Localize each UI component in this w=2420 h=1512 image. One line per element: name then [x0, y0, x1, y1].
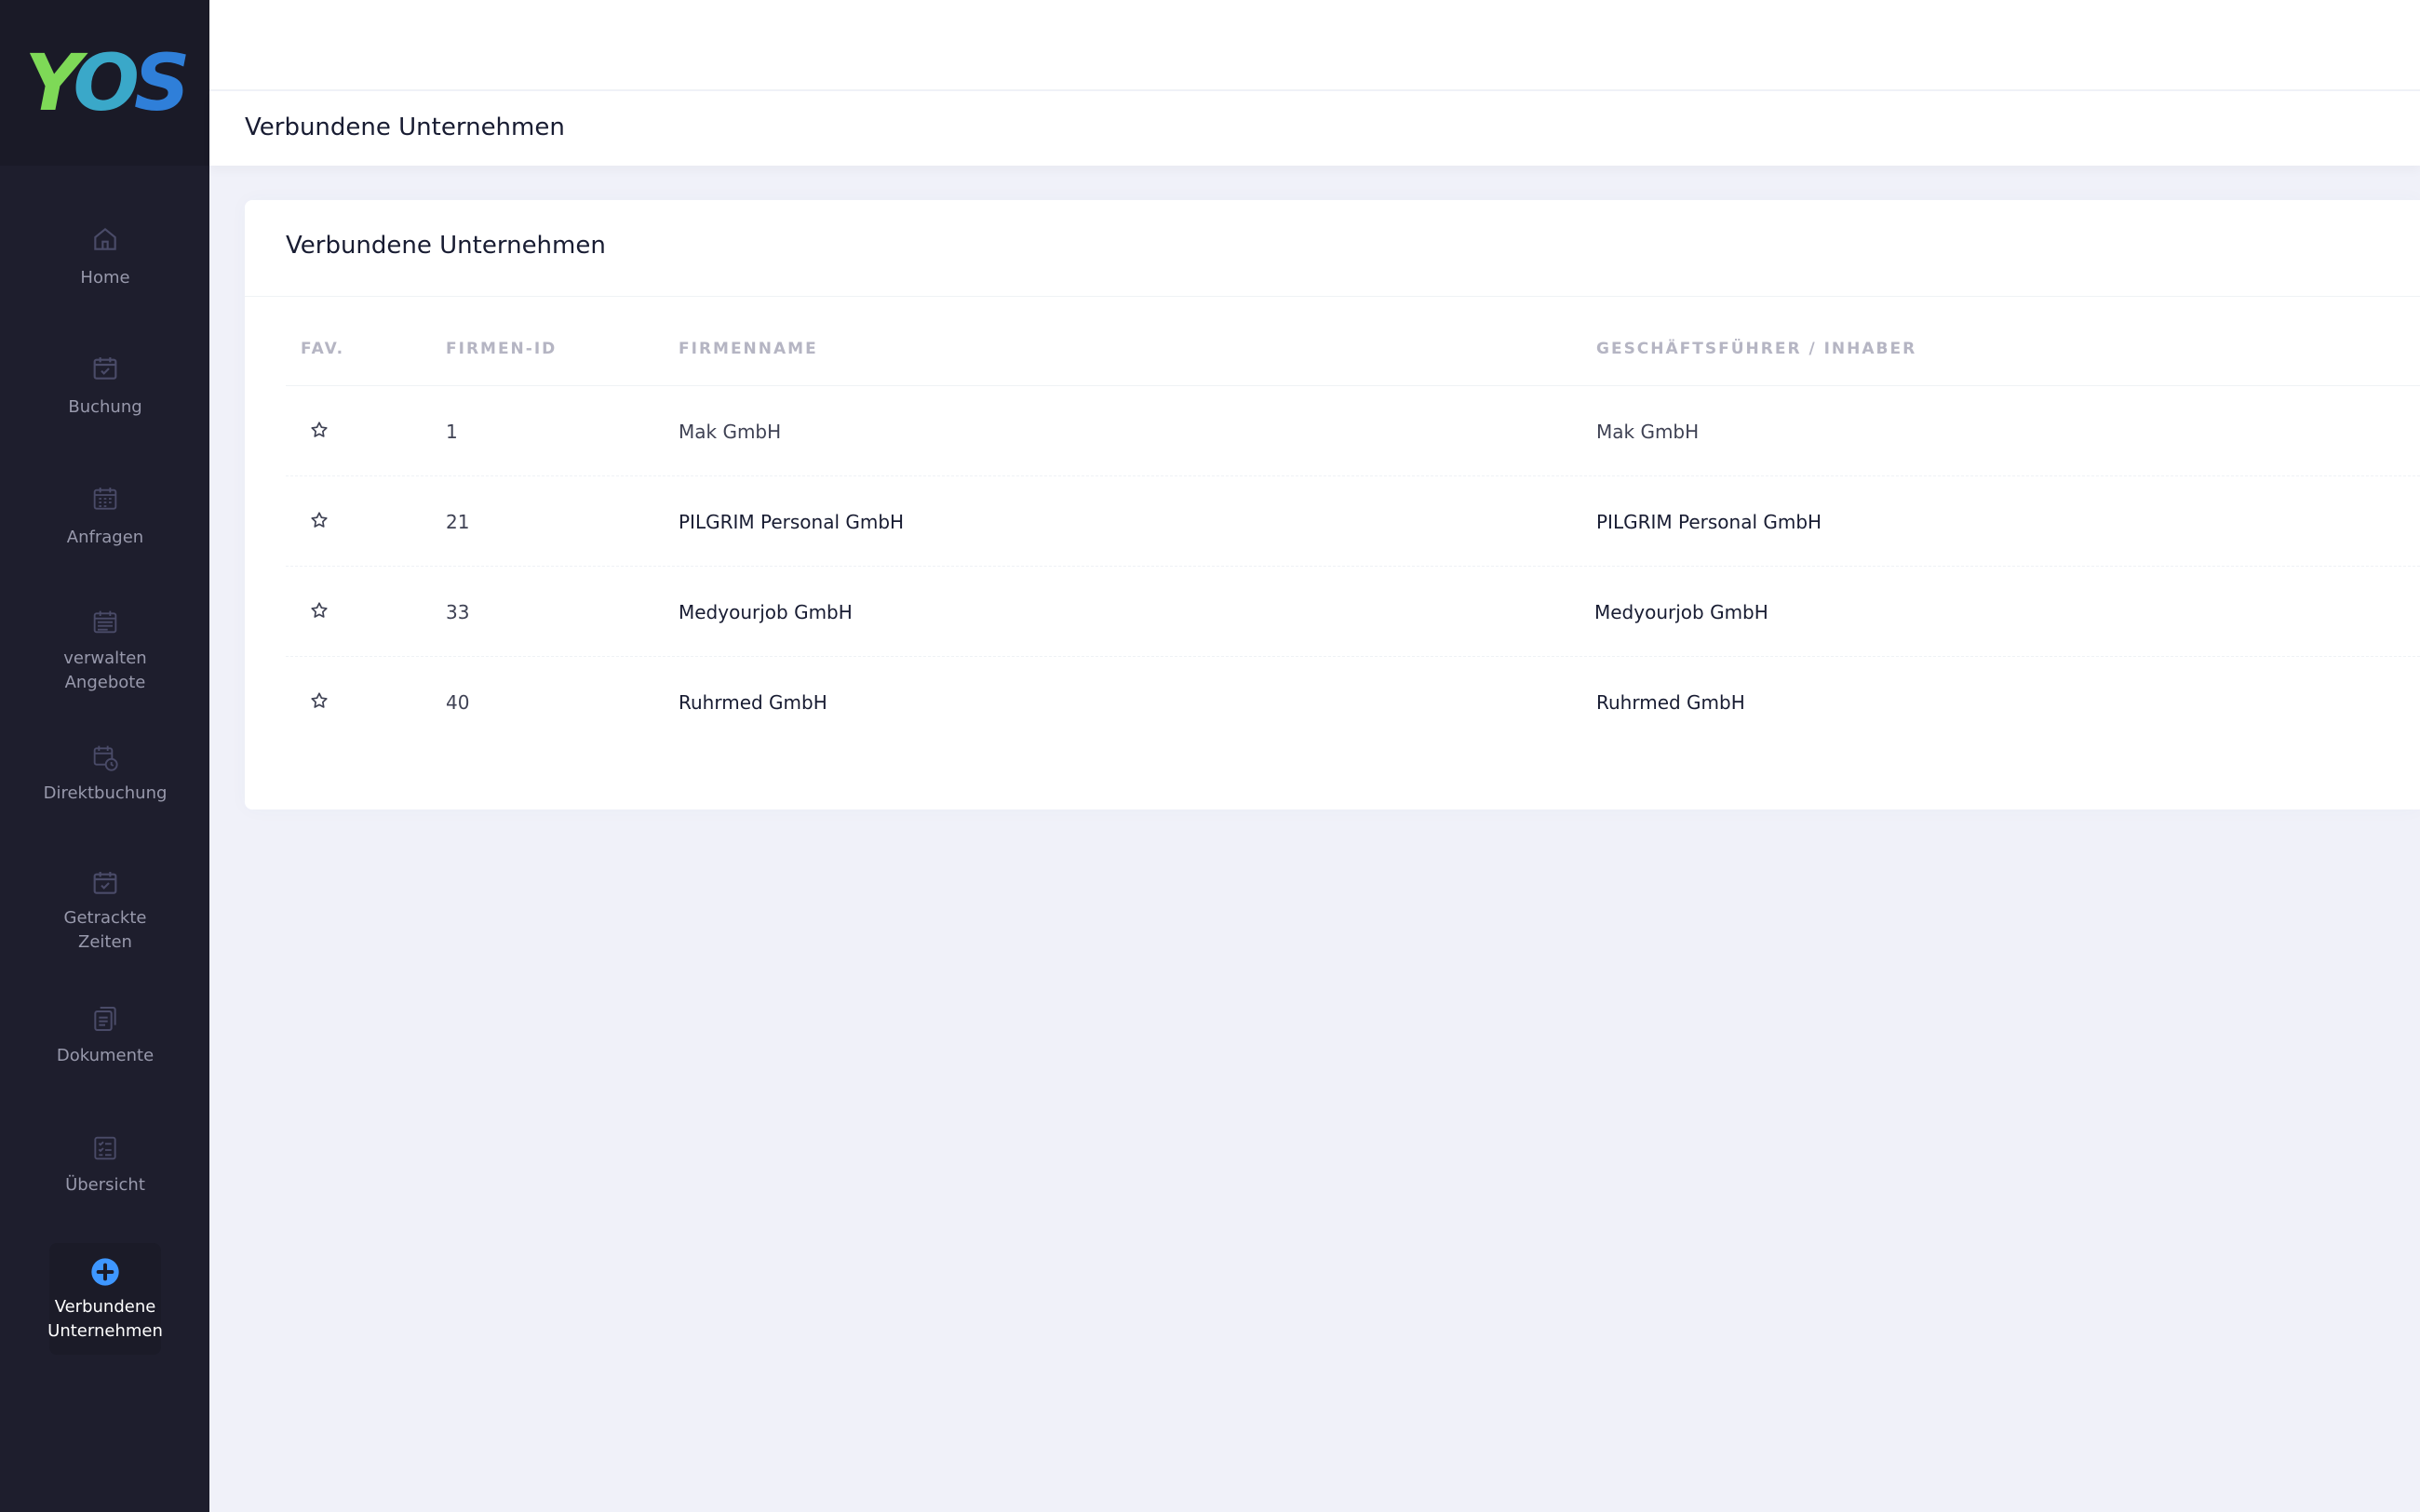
table-row[interactable]: 33 Medyourjob GmbH Medyourjob GmbH [286, 567, 2420, 657]
sidebar-item-verbundene-unternehmen[interactable]: Verbundene Unternehmen [47, 1243, 163, 1355]
sidebar-item-label: Verbundene Unternehmen [47, 1297, 163, 1341]
cell-firmenname: Ruhrmed GmbH [679, 691, 827, 714]
sidebar-item-buchung[interactable]: Buchung [49, 353, 161, 420]
sidebar-item-home[interactable]: Home [49, 223, 161, 290]
column-header-geschaeftsfuehrer[interactable]: GESCHÄFTSFÜHRER / INHABER [1596, 340, 1916, 358]
card-title: Verbundene Unternehmen [286, 232, 606, 260]
table-row[interactable]: 40 Ruhrmed GmbH Ruhrmed GmbH [286, 657, 2420, 747]
page-title: Verbundene Unternehmen [245, 114, 565, 141]
sidebar-item-uebersicht[interactable]: Übersicht [49, 1132, 161, 1198]
calendar-grid-icon [89, 483, 121, 515]
sidebar-item-label: Direktbuchung [43, 783, 168, 803]
cell-geschaeftsfuehrer: Medyourjob GmbH [1594, 601, 1768, 623]
cell-geschaeftsfuehrer: PILGRIM Personal GmbH [1596, 511, 1822, 533]
sidebar-item-dokumente[interactable]: Dokumente [49, 1003, 161, 1068]
sidebar-item-label: Übersicht [65, 1175, 145, 1195]
cell-geschaeftsfuehrer: Ruhrmed GmbH [1596, 691, 1745, 714]
logo-letter-s: S [133, 37, 190, 128]
sidebar-item-label: Getrackte Zeiten [63, 908, 147, 952]
top-header [209, 0, 2420, 90]
cell-firmenname: PILGRIM Personal GmbH [679, 511, 905, 533]
column-header-fav[interactable]: FAV. [301, 340, 344, 358]
yos-logo[interactable]: YOS [24, 37, 191, 128]
table-row[interactable]: 21 PILGRIM Personal GmbH PILGRIM Persona… [286, 476, 2420, 567]
companies-table: FAV. FIRMEN-ID FIRMENNAME GESCHÄFTSFÜHRE… [286, 340, 2420, 747]
sidebar-item-label: verwalten Angebote [63, 649, 147, 692]
calendar-check-icon [89, 867, 121, 899]
table-row[interactable]: 1 Mak GmbH Mak GmbH [286, 386, 2420, 476]
cell-firmen-id: 33 [446, 601, 470, 623]
cell-firmen-id: 1 [446, 421, 458, 443]
cell-firmenname: Mak GmbH [679, 421, 782, 443]
companies-card: Verbundene Unternehmen FAV. FIRMEN-ID FI… [245, 200, 2420, 810]
cell-firmenname: Medyourjob GmbH [679, 601, 853, 623]
page-toolbar: Verbundene Unternehmen [209, 91, 2420, 166]
checklist-icon [89, 1132, 121, 1164]
sidebar-item-verwalten-angebote[interactable]: verwalten Angebote [49, 608, 161, 695]
column-header-firmenname[interactable]: FIRMENNAME [679, 340, 818, 358]
sidebar: YOS Home Buchung Anfragen verwalten Ange… [0, 0, 209, 1512]
logo-letter-o: O [73, 37, 139, 128]
table-header: FAV. FIRMEN-ID FIRMENNAME GESCHÄFTSFÜHRE… [286, 340, 2420, 386]
star-icon[interactable] [309, 510, 329, 530]
sidebar-item-label: Anfragen [66, 528, 144, 547]
sidebar-item-label: Home [80, 268, 130, 288]
column-header-firmen-id[interactable]: FIRMEN-ID [446, 340, 557, 358]
sidebar-item-anfragen[interactable]: Anfragen [49, 483, 161, 550]
star-icon[interactable] [309, 690, 329, 711]
calendar-clock-icon [89, 743, 121, 774]
cell-firmen-id: 40 [446, 691, 470, 714]
logo-letter-y: Y [24, 37, 79, 128]
star-icon[interactable] [309, 600, 329, 621]
home-icon [89, 223, 121, 255]
sidebar-item-label: Buchung [68, 397, 142, 417]
star-icon[interactable] [309, 420, 329, 440]
cell-geschaeftsfuehrer: Mak GmbH [1596, 421, 1700, 443]
logo-area: YOS [0, 0, 209, 166]
plus-circle-icon [89, 1256, 121, 1288]
cell-firmen-id: 21 [446, 511, 470, 533]
card-header: Verbundene Unternehmen [245, 200, 2420, 297]
documents-icon [89, 1003, 121, 1035]
calendar-list-icon [89, 608, 121, 639]
sidebar-item-label: Dokumente [56, 1046, 155, 1065]
calendar-check-icon [89, 353, 121, 384]
sidebar-item-direktbuchung[interactable]: Direktbuchung [44, 743, 167, 806]
sidebar-item-getrackte-zeiten[interactable]: Getrackte Zeiten [49, 867, 161, 955]
